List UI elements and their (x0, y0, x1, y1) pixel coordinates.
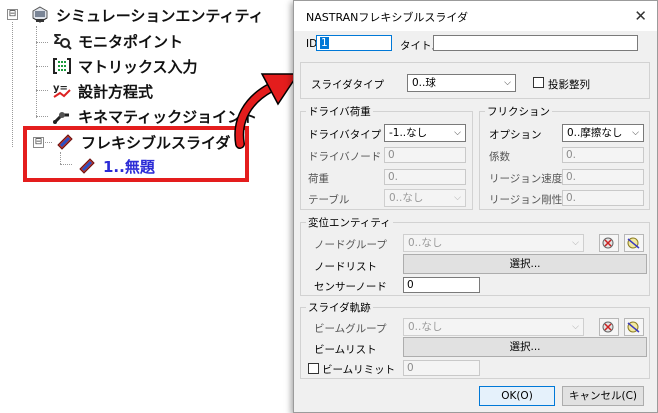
node-list-label: ノードリスト (314, 261, 377, 273)
beam-group-label: ビームグループ (314, 323, 387, 335)
table-select[interactable]: 0..なし ⌵ (384, 189, 466, 207)
option-label: オプション (489, 129, 542, 141)
tree-item-kinematic-joint[interactable]: キネマティックジョイント (52, 105, 257, 127)
displacement-entity-title: 変位エンティティ (306, 215, 393, 230)
tree-item-label: 1..無題 (103, 157, 155, 176)
dialog-title: NASTRANフレキシブルスライダ (306, 11, 468, 24)
table-value: 0..なし (389, 192, 424, 204)
node-group-label: ノードグループ (314, 239, 387, 251)
sensor-node-label: センサーノード (314, 281, 387, 293)
new-group-button[interactable] (624, 234, 644, 252)
matrix-input-icon (52, 56, 72, 76)
chevron-down-icon: ⌵ (572, 322, 579, 332)
new-beam-group-button[interactable] (624, 318, 644, 336)
node-list-select-button[interactable]: 選択... (403, 254, 647, 274)
coef-input[interactable]: 0. (562, 147, 644, 163)
tree-item-label: シミュレーションエンティティ (56, 6, 264, 25)
id-value: 1 (320, 37, 329, 49)
sensor-node-input[interactable]: 0 (403, 277, 480, 293)
tree-item-flexible-slider[interactable]: フレキシブルスライダ (55, 131, 230, 153)
beam-group-value: 0..なし (408, 321, 443, 333)
load-input[interactable]: 0. (384, 169, 466, 185)
tree-item-label: 設計方程式 (78, 82, 154, 101)
driver-type-select[interactable]: -1..なし ⌵ (384, 124, 466, 142)
tree-line (36, 66, 48, 67)
node-group-select[interactable]: 0..なし ⌵ (403, 234, 584, 252)
cancel-button[interactable]: キャンセル(C) (562, 386, 644, 406)
beam-limit-checkbox[interactable] (308, 363, 319, 374)
projection-align-checkbox[interactable] (533, 77, 544, 88)
ok-button[interactable]: OK(O) (479, 386, 555, 406)
driver-load-title: ドライバ荷重 (306, 104, 373, 119)
dialog-titlebar: NASTRANフレキシブルスライダ ✕ (294, 1, 657, 31)
driver-node-input[interactable]: 0 (384, 147, 466, 163)
slider-type-label: スライダタイプ (311, 79, 385, 91)
pick-group-icon (602, 237, 614, 249)
chevron-down-icon: ⌵ (454, 128, 461, 138)
friction-option-select[interactable]: 0..摩擦なし ⌵ (562, 124, 644, 142)
region-stiffness-input[interactable]: 0. (562, 190, 644, 206)
region-speed-input[interactable]: 0. (562, 169, 644, 185)
tree-item-simulation-entity[interactable]: シミュレーションエンティティ (30, 4, 264, 26)
tree-item-monitor-point[interactable]: Σ モニタポイント (52, 30, 183, 52)
coef-label: 係数 (489, 151, 510, 163)
chevron-down-icon: ⌵ (504, 78, 511, 88)
tree-line (36, 26, 37, 118)
region-stiffness-label: リージョン剛性 (489, 194, 563, 206)
tree-item-untitled[interactable]: 1..無題 (77, 155, 155, 177)
simulation-entity-icon (30, 5, 50, 25)
flexible-slider-icon (55, 132, 75, 152)
pick-group-icon (602, 321, 614, 333)
tree-item-label: フレキシブルスライダ (81, 133, 231, 152)
node-group-value: 0..なし (408, 237, 443, 249)
driver-type-label: ドライバタイプ (308, 129, 382, 141)
driver-node-label: ドライバノード (308, 151, 382, 163)
beam-list-select-button[interactable]: 選択... (403, 337, 647, 357)
tree-expander[interactable]: ⊟ (33, 137, 44, 148)
tree-item-label: マトリックス入力 (78, 57, 198, 76)
friction-option-value: 0..摩擦なし (567, 127, 623, 139)
tree-line (36, 42, 48, 43)
friction-title: フリクション (485, 104, 552, 119)
new-group-icon (627, 237, 640, 249)
beam-limit-input[interactable]: 0 (403, 360, 480, 376)
pick-group-button[interactable] (599, 234, 619, 252)
tree-expander[interactable]: ⊟ (7, 9, 18, 20)
kinematic-joint-icon (52, 106, 72, 126)
beam-list-label: ビームリスト (314, 344, 377, 356)
design-equation-icon: y= (52, 81, 72, 101)
projection-align-label: 投影整列 (548, 79, 590, 91)
load-label: 荷重 (308, 173, 329, 185)
monitor-point-icon: Σ (52, 31, 72, 51)
chevron-down-icon: ⌵ (632, 128, 639, 138)
tree-item-label: モニタポイント (78, 32, 184, 51)
svg-text:Σ: Σ (53, 33, 62, 48)
pick-beam-group-button[interactable] (599, 318, 619, 336)
tree-line (36, 116, 48, 117)
slider-type-value: 0..球 (412, 77, 436, 89)
new-group-icon (627, 321, 640, 333)
tree-item-matrix-input[interactable]: マトリックス入力 (52, 55, 198, 77)
slider-track-title: スライダ軌跡 (306, 300, 373, 315)
chevron-down-icon: ⌵ (454, 193, 461, 203)
beam-limit-label: ビームリミット (322, 364, 396, 376)
tree-item-design-equation[interactable]: y= 設計方程式 (52, 80, 153, 102)
flexible-slider-dialog: NASTRANフレキシブルスライダ ✕ ID 1 タイトル スライダタイプ 0.… (293, 0, 658, 413)
close-icon[interactable]: ✕ (634, 7, 647, 25)
beam-group-select[interactable]: 0..なし ⌵ (403, 318, 584, 336)
region-speed-label: リージョン速度 (489, 173, 563, 185)
flexible-slider-icon (77, 156, 97, 176)
tree-line (12, 22, 13, 147)
table-label: テーブル (308, 194, 350, 206)
id-input[interactable]: 1 (316, 35, 392, 51)
chevron-down-icon: ⌵ (572, 238, 579, 248)
tree-line (36, 90, 48, 91)
driver-type-value: -1..なし (389, 127, 428, 139)
title-input[interactable] (433, 35, 638, 51)
slider-type-select[interactable]: 0..球 ⌵ (407, 74, 516, 92)
